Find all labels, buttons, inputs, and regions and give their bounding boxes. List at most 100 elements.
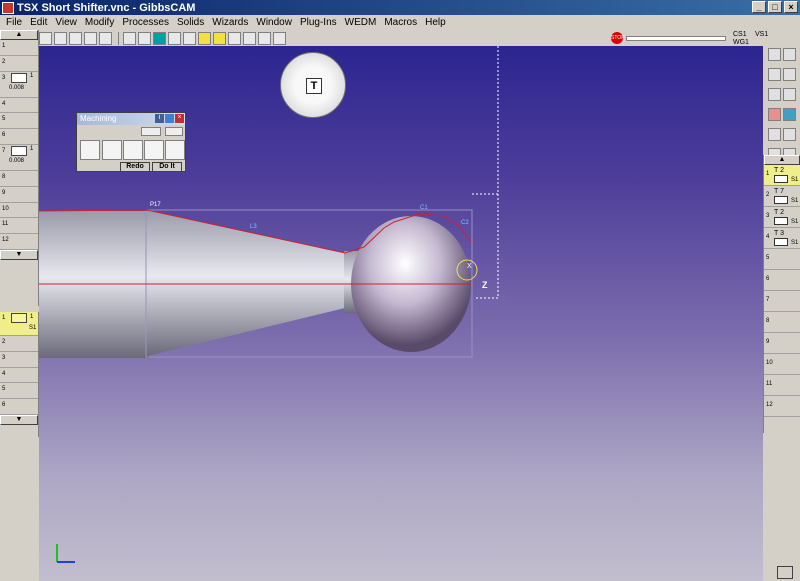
- scroll-up-button[interactable]: ▲: [0, 30, 38, 40]
- process-slot[interactable]: 8: [764, 312, 800, 333]
- slot-number: 11: [2, 221, 9, 228]
- eye-icon[interactable]: [768, 128, 781, 141]
- toggle-icon[interactable]: [168, 31, 181, 45]
- process-tool-label: T 3: [774, 230, 784, 237]
- top-view-button[interactable]: T: [306, 78, 322, 94]
- redo-button[interactable]: Redo: [120, 162, 150, 172]
- shade-icon[interactable]: [165, 114, 174, 123]
- groove-icon[interactable]: [144, 140, 164, 160]
- hand-icon[interactable]: [783, 88, 796, 101]
- scroll-down-button[interactable]: ▼: [0, 414, 38, 425]
- custom-process-icon[interactable]: [165, 140, 185, 160]
- view-orientation-dial[interactable]: T: [280, 52, 346, 118]
- operation-slot[interactable]: 3: [0, 352, 38, 368]
- tool-slot[interactable]: 2: [0, 56, 38, 72]
- operation-slot[interactable]: 4: [0, 368, 38, 384]
- scroll-down-button[interactable]: ▼: [0, 249, 38, 260]
- slot-number: 12: [2, 237, 9, 244]
- tool-slot[interactable]: 9: [0, 187, 38, 203]
- operation-slot[interactable]: 6: [0, 399, 38, 415]
- tool-slot[interactable]: 10: [0, 203, 38, 219]
- process-slot[interactable]: 5: [764, 249, 800, 270]
- x-axis-label: X: [467, 263, 472, 270]
- menu-window[interactable]: Window: [252, 17, 296, 28]
- arrow-icon[interactable]: [258, 31, 271, 45]
- process-slot[interactable]: 10: [764, 354, 800, 375]
- slot-number: 10: [2, 205, 9, 212]
- tool-slot[interactable]: 12: [0, 234, 38, 250]
- tool-slot[interactable]: 11: [0, 218, 38, 235]
- rough-icon[interactable]: [80, 140, 100, 160]
- select-icon[interactable]: [273, 31, 286, 45]
- point-icon[interactable]: [99, 31, 112, 45]
- stop-icon[interactable]: STOP: [611, 32, 625, 44]
- operation-slot[interactable]: 2: [0, 336, 38, 352]
- tool-slot[interactable]: 8: [0, 171, 38, 187]
- trash-icon[interactable]: [777, 566, 793, 579]
- tool-slot[interactable]: 7 0.008 1: [0, 145, 38, 171]
- solid-icon[interactable]: [198, 31, 211, 45]
- layers-icon[interactable]: [228, 31, 241, 45]
- surface-icon[interactable]: [783, 108, 796, 121]
- slot-number: 8: [2, 173, 6, 180]
- info-icon[interactable]: i: [155, 114, 164, 123]
- tool-slot[interactable]: 3 0.008 1: [0, 72, 38, 98]
- wire-view-icon[interactable]: [54, 31, 67, 45]
- box-view-icon[interactable]: [39, 31, 52, 45]
- face-icon[interactable]: [123, 140, 143, 160]
- scroll-up-button[interactable]: ▲: [764, 155, 800, 165]
- contour-icon[interactable]: [102, 140, 122, 160]
- pages-icon[interactable]: [783, 48, 796, 61]
- sphere-icon[interactable]: [183, 31, 196, 45]
- operation-slot[interactable]: 5: [0, 383, 38, 400]
- pencil-icon[interactable]: [243, 31, 256, 45]
- process-slot[interactable]: 7: [764, 291, 800, 312]
- trim-icon[interactable]: [783, 68, 796, 81]
- process-slot[interactable]: 1 T 2 S1: [764, 165, 800, 186]
- tool-icon[interactable]: [768, 88, 781, 101]
- menu-bar: File Edit View Modify Processes Solids W…: [0, 15, 800, 29]
- menu-macros[interactable]: Macros: [380, 17, 421, 28]
- cube-view-icon[interactable]: [84, 31, 97, 45]
- close-icon[interactable]: ×: [175, 114, 184, 123]
- menu-solids[interactable]: Solids: [173, 17, 208, 28]
- close-button[interactable]: ×: [784, 1, 798, 13]
- grid-icon[interactable]: [123, 31, 136, 45]
- title-bar: TSX Short Shifter.vnc - GibbsCAM _ □ ×: [0, 0, 800, 15]
- menu-plugins[interactable]: Plug-Ins: [296, 17, 341, 28]
- menu-modify[interactable]: Modify: [81, 17, 118, 28]
- document-icon[interactable]: [768, 48, 781, 61]
- process-slot[interactable]: 6: [764, 270, 800, 291]
- menu-help[interactable]: Help: [421, 17, 450, 28]
- process-slot[interactable]: 11: [764, 375, 800, 396]
- tool-slot[interactable]: 6: [0, 129, 38, 145]
- thread-icon[interactable]: [165, 127, 183, 136]
- part-icon[interactable]: [213, 31, 226, 45]
- table-icon[interactable]: [138, 31, 151, 45]
- menu-wizards[interactable]: Wizards: [208, 17, 252, 28]
- camera-icon[interactable]: [783, 128, 796, 141]
- maximize-button[interactable]: □: [768, 1, 782, 13]
- process-slot[interactable]: 12: [764, 396, 800, 417]
- operation-slot[interactable]: 1 1 S1: [0, 312, 38, 336]
- process-slot[interactable]: 3 T 2 S1: [764, 207, 800, 228]
- process-slot[interactable]: 2 T 7 S1: [764, 186, 800, 207]
- process-slot[interactable]: 4 T 3 S1: [764, 228, 800, 249]
- select-box-icon[interactable]: [768, 68, 781, 81]
- minimize-button[interactable]: _: [752, 1, 766, 13]
- drill-icon[interactable]: [141, 127, 161, 136]
- process-spindle: S1: [791, 240, 799, 246]
- render-icon[interactable]: [153, 31, 166, 45]
- tool-slot[interactable]: 5: [0, 113, 38, 130]
- menu-edit[interactable]: Edit: [26, 17, 51, 28]
- process-slot[interactable]: 9: [764, 333, 800, 354]
- tool-slot[interactable]: 1: [0, 40, 38, 56]
- solid-model-icon[interactable]: [768, 108, 781, 121]
- tool-slot[interactable]: 4: [0, 98, 38, 114]
- menu-wedm[interactable]: WEDM: [341, 17, 381, 28]
- iso-view-icon[interactable]: [69, 31, 82, 45]
- do-it-button[interactable]: Do It: [152, 162, 182, 172]
- menu-view[interactable]: View: [51, 17, 81, 28]
- menu-processes[interactable]: Processes: [118, 17, 173, 28]
- menu-file[interactable]: File: [2, 17, 26, 28]
